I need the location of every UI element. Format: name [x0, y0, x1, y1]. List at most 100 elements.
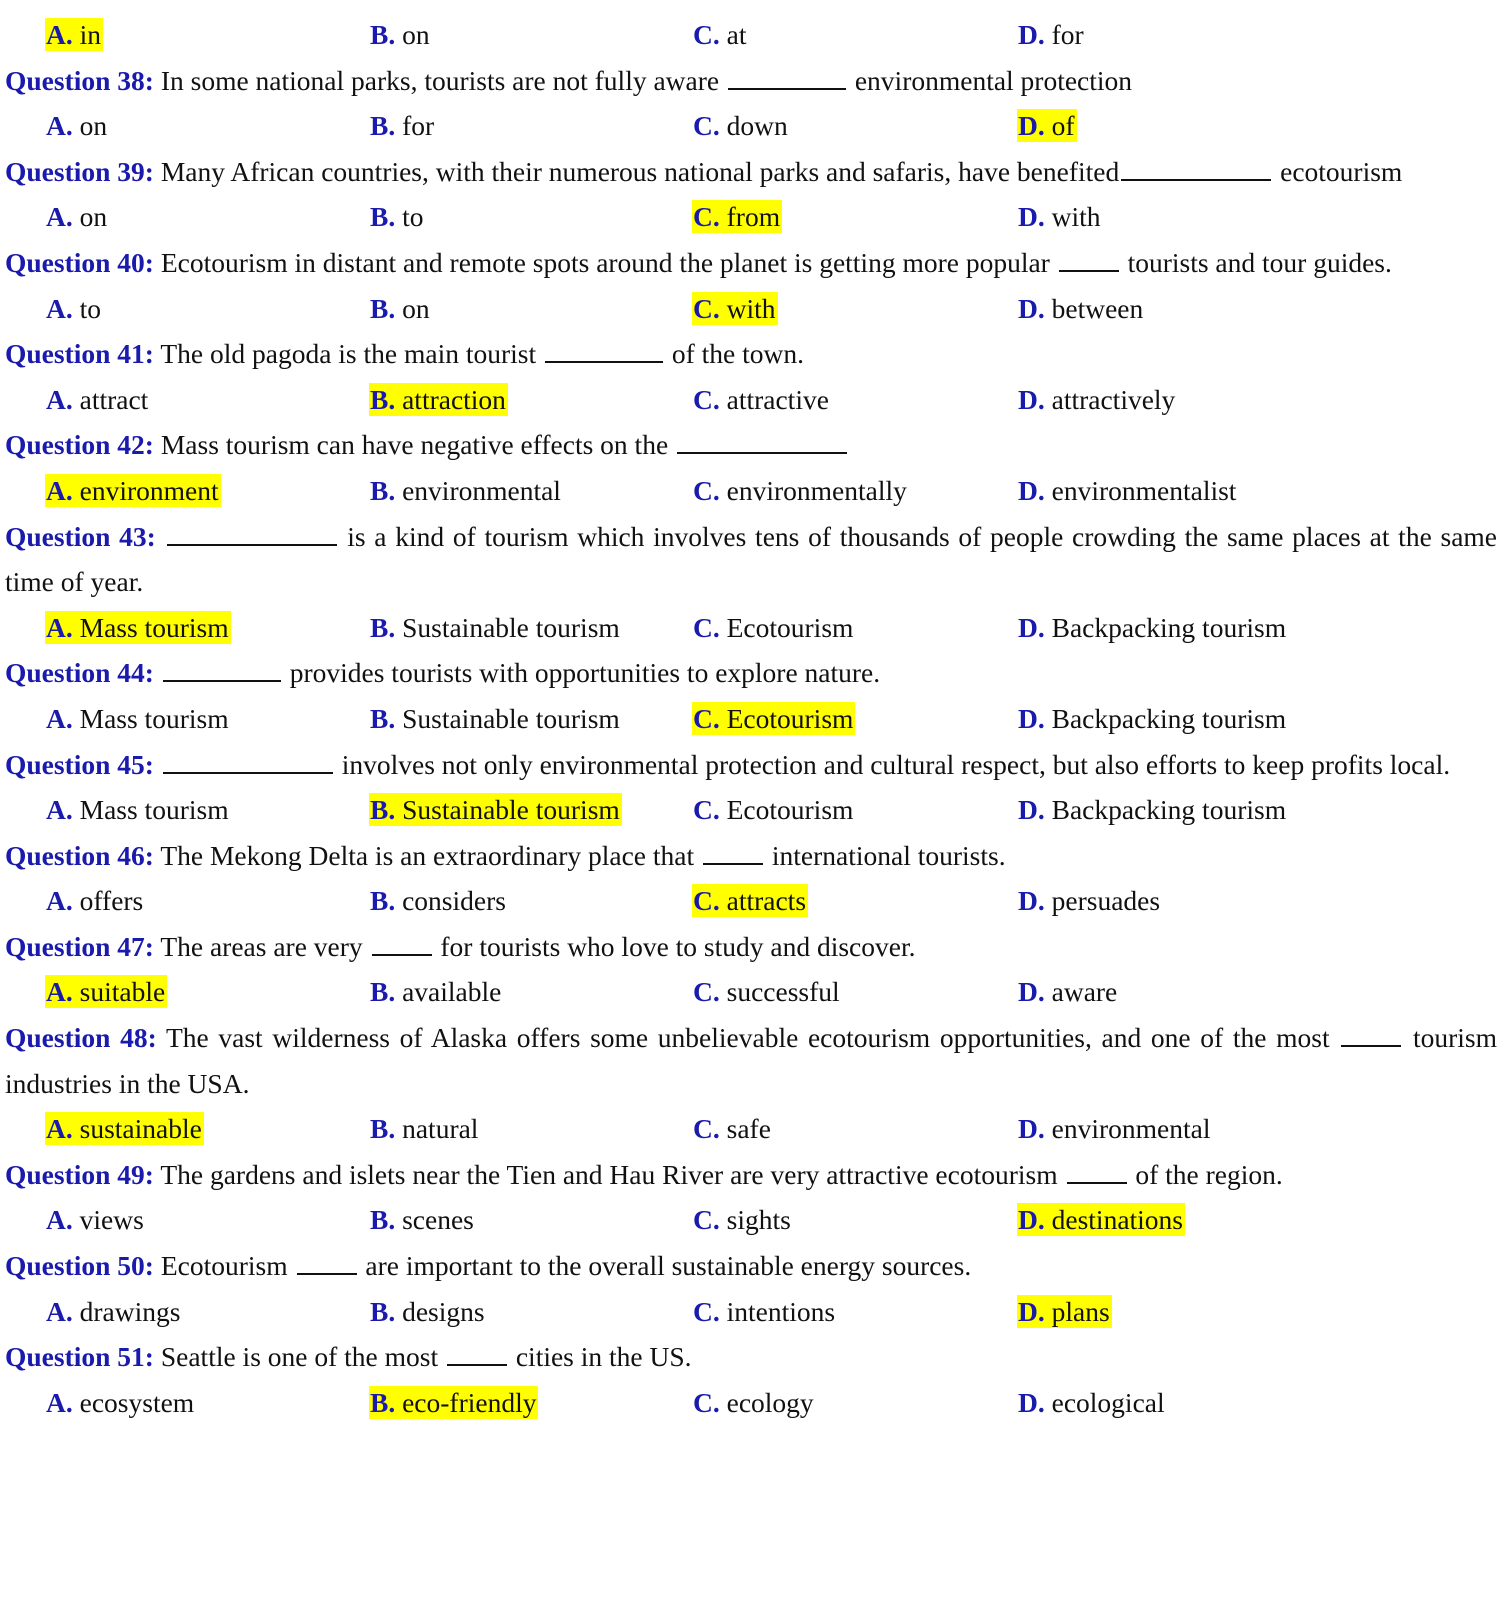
- option-a[interactable]: A. sustainable: [45, 1106, 204, 1152]
- options-row-q43: A. Mass tourism B. Sustainable tourism C. …: [0, 605, 1501, 651]
- answer-highlight: D. plans: [1017, 1294, 1112, 1328]
- option-content: D. environmental: [1017, 1112, 1212, 1145]
- options-row-q45: A. Mass tourism B. Sustainable tourism C. …: [0, 787, 1501, 833]
- option-b[interactable]: B. scenes: [369, 1197, 476, 1243]
- option-b[interactable]: B. considers: [369, 878, 508, 924]
- option-text: drawings: [79, 1295, 181, 1327]
- option-a[interactable]: A. views: [45, 1197, 146, 1243]
- question-label: Question 45:: [5, 748, 154, 780]
- option-text: Mass tourism: [79, 794, 229, 826]
- option-letter: D.: [1018, 794, 1045, 826]
- option-b[interactable]: B. designs: [369, 1289, 487, 1335]
- option-b[interactable]: B. to: [369, 194, 425, 240]
- option-text: in: [79, 19, 102, 50]
- option-content: B. Sustainable tourism: [369, 702, 622, 735]
- option-b[interactable]: B. available: [369, 969, 503, 1015]
- option-a[interactable]: A. in: [45, 12, 104, 58]
- question-text: are important to the overall sustainable…: [358, 1250, 972, 1282]
- option-d[interactable]: D. Backpacking tourism: [1017, 696, 1288, 742]
- option-letter: C.: [693, 611, 720, 643]
- question-text: cities in the US.: [508, 1341, 692, 1373]
- option-b[interactable]: B. Sustainable tourism: [369, 696, 622, 742]
- option-b[interactable]: B. on: [369, 12, 432, 58]
- option-c[interactable]: C. attractive: [692, 377, 831, 423]
- question-38: Question 38: In some national parks, tou…: [0, 58, 1501, 104]
- option-b[interactable]: B. eco-friendly: [369, 1380, 539, 1426]
- option-d[interactable]: D. persuades: [1017, 878, 1162, 924]
- option-d[interactable]: D. with: [1017, 194, 1103, 240]
- option-text: on: [79, 110, 108, 142]
- option-letter: B.: [370, 1204, 396, 1236]
- answer-highlight: A. suitable: [45, 975, 168, 1009]
- option-b[interactable]: B. for: [369, 103, 436, 149]
- option-a[interactable]: A. to: [45, 286, 103, 332]
- option-c[interactable]: C. environmentally: [692, 468, 909, 514]
- option-b[interactable]: B. natural: [369, 1106, 480, 1152]
- option-content: A. attract: [45, 383, 150, 416]
- option-text: Sustainable tourism: [402, 794, 620, 826]
- option-a[interactable]: A. Mass tourism: [45, 696, 231, 742]
- option-a[interactable]: A. ecosystem: [45, 1380, 196, 1426]
- option-letter: A.: [46, 201, 73, 233]
- option-text: plans: [1051, 1295, 1110, 1327]
- option-c[interactable]: C. successful: [692, 969, 842, 1015]
- option-a[interactable]: A. environment: [45, 468, 221, 514]
- option-text: safe: [726, 1113, 771, 1145]
- option-d[interactable]: D. for: [1017, 12, 1086, 58]
- option-text: attracts: [726, 885, 807, 917]
- option-a[interactable]: A. offers: [45, 878, 145, 924]
- option-text: Mass tourism: [79, 702, 229, 734]
- option-a[interactable]: A. attract: [45, 377, 150, 423]
- option-a[interactable]: A. suitable: [45, 969, 168, 1015]
- option-c[interactable]: C. from: [692, 194, 783, 240]
- question-text: Mass tourism can have negative effects o…: [153, 429, 676, 461]
- option-c[interactable]: C. down: [692, 103, 790, 149]
- option-c[interactable]: C. Ecotourism: [692, 787, 855, 833]
- option-d[interactable]: D. destinations: [1017, 1197, 1186, 1243]
- option-b[interactable]: B. on: [369, 286, 432, 332]
- option-c[interactable]: C. ecology: [692, 1380, 816, 1426]
- option-b[interactable]: B. Sustainable tourism: [369, 787, 622, 833]
- question-text: involves not only environmental protecti…: [334, 748, 1451, 780]
- option-d[interactable]: D. attractively: [1017, 377, 1177, 423]
- option-c[interactable]: C. Ecotourism: [692, 696, 856, 742]
- question-49: Question 49: The gardens and islets near…: [0, 1152, 1501, 1198]
- option-c[interactable]: C. attracts: [692, 878, 809, 924]
- option-c[interactable]: C. sights: [692, 1197, 793, 1243]
- option-a[interactable]: A. on: [45, 194, 109, 240]
- option-a[interactable]: A. Mass tourism: [45, 787, 231, 833]
- option-letter: B.: [370, 794, 396, 826]
- option-d[interactable]: D. between: [1017, 286, 1145, 332]
- option-d[interactable]: D. Backpacking tourism: [1017, 787, 1288, 833]
- option-b[interactable]: B. environmental: [369, 468, 563, 514]
- option-text: attractively: [1051, 383, 1176, 415]
- question-47: Question 47: The areas are very for tour…: [0, 924, 1501, 970]
- option-letter: A.: [46, 383, 73, 415]
- option-d[interactable]: D. plans: [1017, 1289, 1112, 1335]
- options-row-q41: A. attract B. attraction C. attractive D. a…: [0, 377, 1501, 423]
- option-d[interactable]: D. environmentalist: [1017, 468, 1238, 514]
- option-a[interactable]: A. drawings: [45, 1289, 182, 1335]
- answer-highlight: D. of: [1017, 109, 1077, 143]
- answer-blank: [371, 929, 432, 956]
- option-a[interactable]: A. on: [45, 103, 109, 149]
- option-b[interactable]: B. attraction: [369, 377, 508, 423]
- option-letter: D.: [1018, 110, 1045, 142]
- option-text: for: [402, 110, 435, 142]
- option-d[interactable]: D. environmental: [1017, 1106, 1212, 1152]
- option-d[interactable]: D. Backpacking tourism: [1017, 605, 1288, 651]
- option-text: views: [79, 1204, 144, 1236]
- option-text: persuades: [1051, 885, 1161, 917]
- option-d[interactable]: D. aware: [1017, 969, 1119, 1015]
- option-c[interactable]: C. safe: [692, 1106, 773, 1152]
- option-b[interactable]: B. Sustainable tourism: [369, 605, 622, 651]
- option-letter: A.: [46, 885, 73, 917]
- option-a[interactable]: A. Mass tourism: [45, 605, 231, 651]
- option-c[interactable]: C. with: [692, 286, 778, 332]
- option-c[interactable]: C. Ecotourism: [692, 605, 855, 651]
- option-d[interactable]: D. of: [1017, 103, 1077, 149]
- question-text: Many African countries, with their numer…: [153, 155, 1120, 187]
- option-d[interactable]: D. ecological: [1017, 1380, 1167, 1426]
- option-c[interactable]: C. at: [692, 12, 748, 58]
- option-c[interactable]: C. intentions: [692, 1289, 837, 1335]
